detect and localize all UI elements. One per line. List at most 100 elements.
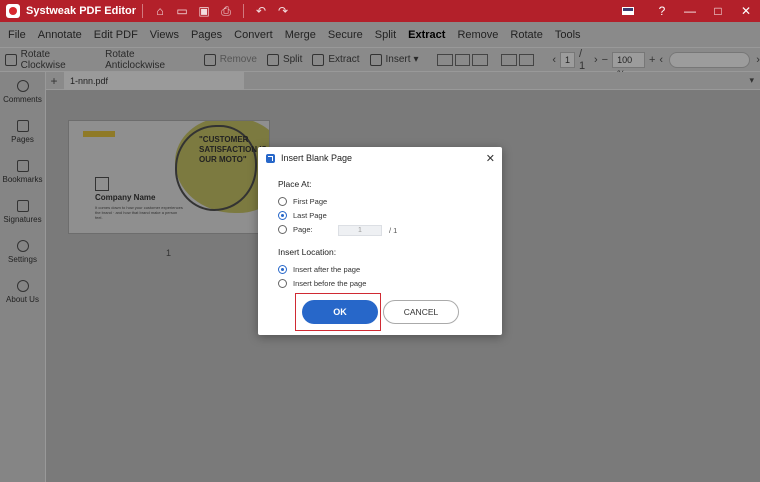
insert-location-label: Insert Location: <box>278 247 337 257</box>
dialog-title: Insert Blank Page <box>281 153 353 163</box>
split-button[interactable]: Split <box>262 53 307 66</box>
sidebar-item-comments[interactable]: Comments <box>0 72 45 112</box>
add-tab-button[interactable]: + <box>46 74 62 88</box>
app-logo-icon <box>6 4 20 18</box>
info-icon <box>16 280 29 292</box>
sidebar-item-label: Pages <box>11 135 34 144</box>
first-page-radio[interactable]: First Page <box>278 197 327 206</box>
menu-merge[interactable]: Merge <box>279 22 322 48</box>
extract-label: Extract <box>328 54 360 65</box>
page-radio[interactable]: Page: <box>278 225 313 234</box>
search-next-icon[interactable]: › <box>756 54 760 66</box>
menu-rotate[interactable]: Rotate <box>504 22 548 48</box>
menu-file[interactable]: File <box>2 22 32 48</box>
close-window-icon[interactable]: ✕ <box>732 4 760 18</box>
tab-list-dropdown-icon[interactable]: ▾ <box>749 75 754 86</box>
sidebar-item-label: About Us <box>6 295 39 304</box>
menu-pages[interactable]: Pages <box>185 22 228 48</box>
signature-icon <box>16 200 29 212</box>
toolbar: Rotate Clockwise Rotate Anticlockwise Re… <box>0 48 760 79</box>
tab-document[interactable]: 1-nnn.pdf <box>64 71 244 90</box>
menu-annotate[interactable]: Annotate <box>32 22 88 48</box>
cancel-button[interactable]: CANCEL <box>383 300 459 324</box>
sidebar-item-pages[interactable]: Pages <box>0 112 45 152</box>
last-page-label: Last Page <box>293 211 327 220</box>
menu-edit-pdf[interactable]: Edit PDF <box>88 22 144 48</box>
scroll-view-icon[interactable] <box>472 53 488 66</box>
insert-icon <box>369 53 382 66</box>
rotate-anticlockwise-button[interactable]: Rotate Anticlockwise <box>100 49 199 71</box>
close-icon[interactable]: ✕ <box>486 152 495 165</box>
print-icon[interactable]: ⎙ <box>215 4 237 19</box>
settings-icon <box>16 240 29 252</box>
zoom-in-icon[interactable]: + <box>649 54 655 66</box>
page-thumbnail[interactable]: "CUSTOMER SATISFACTION IS OUR MOTO" Comp… <box>68 120 270 234</box>
page-number-field[interactable]: 1 <box>338 225 382 236</box>
menu-split[interactable]: Split <box>369 22 402 48</box>
place-at-label: Place At: <box>278 179 312 189</box>
remove-button[interactable]: Remove <box>199 53 262 66</box>
rotate-clockwise-button[interactable]: Rotate Clockwise <box>0 49 100 71</box>
page-number-input[interactable]: 1 <box>560 51 576 68</box>
zoom-prev-icon[interactable]: ‹ <box>659 54 663 66</box>
zoom-out-icon[interactable]: − <box>602 54 608 66</box>
insert-before-radio-button[interactable] <box>278 279 287 288</box>
language-flag-icon[interactable] <box>622 7 634 15</box>
single-page-view-icon[interactable] <box>437 53 453 66</box>
last-page-radio-button[interactable] <box>278 211 287 220</box>
insert-after-label: Insert after the page <box>293 265 361 274</box>
title-bar-right: ? — □ ✕ <box>622 4 760 18</box>
ok-button[interactable]: OK <box>302 300 378 324</box>
fit-width-icon[interactable] <box>501 53 517 66</box>
insert-after-radio-button[interactable] <box>278 265 287 274</box>
first-page-radio-button[interactable] <box>278 197 287 206</box>
insert-button[interactable]: Insert ▾ <box>365 53 424 66</box>
sidebar-item-settings[interactable]: Settings <box>0 232 45 272</box>
insert-before-label: Insert before the page <box>293 279 367 288</box>
rotate-anticlockwise-label: Rotate Anticlockwise <box>105 48 166 71</box>
menu-remove[interactable]: Remove <box>451 22 504 48</box>
undo-icon[interactable]: ↶ <box>250 4 272 18</box>
sidebar-item-about-us[interactable]: About Us <box>0 272 45 312</box>
split-label: Split <box>282 54 303 65</box>
page-total-label: / 1 <box>389 226 398 235</box>
sidebar-item-label: Comments <box>3 95 42 104</box>
help-icon[interactable]: ? <box>648 4 676 18</box>
extract-button[interactable]: Extract <box>307 53 364 66</box>
next-page-icon[interactable]: › <box>594 54 598 66</box>
title-separator-2 <box>243 4 245 18</box>
thumbnail-label-bar <box>83 131 115 137</box>
sidebar-item-signatures[interactable]: Signatures <box>0 192 45 232</box>
menu-extract[interactable]: Extract <box>402 22 451 48</box>
cube-icon <box>95 177 109 191</box>
extract-icon <box>312 53 325 66</box>
menu-views[interactable]: Views <box>144 22 185 48</box>
minimize-icon[interactable]: — <box>676 4 704 18</box>
redo-icon[interactable]: ↷ <box>272 4 294 18</box>
menu-secure[interactable]: Secure <box>322 22 369 48</box>
open-folder-icon[interactable]: ▭ <box>171 4 193 18</box>
last-page-radio[interactable]: Last Page <box>278 211 327 220</box>
sidebar-item-bookmarks[interactable]: Bookmarks <box>0 152 45 192</box>
maximize-icon[interactable]: □ <box>704 4 732 18</box>
document-tab-strip: + 1-nnn.pdf ▾ <box>46 71 760 90</box>
thumbnail-page-number: 1 <box>166 248 172 258</box>
save-icon[interactable]: ▣ <box>193 4 215 18</box>
thumbnail-description: It comes down to how your customer exper… <box>95 205 183 220</box>
home-icon[interactable]: ⌂ <box>149 4 171 18</box>
search-input[interactable] <box>669 51 751 68</box>
rotate-clockwise-icon <box>5 53 17 66</box>
two-page-view-icon[interactable] <box>454 53 471 66</box>
pages-icon <box>16 120 29 132</box>
page-radio-button[interactable] <box>278 225 287 234</box>
sidebar-item-label: Signatures <box>3 215 42 224</box>
fit-page-icon[interactable] <box>518 53 535 66</box>
menu-convert[interactable]: Convert <box>228 22 279 48</box>
insert-before-radio[interactable]: Insert before the page <box>278 279 366 288</box>
insert-dropdown-icon: ▾ <box>413 54 419 65</box>
menu-tools[interactable]: Tools <box>549 22 587 48</box>
insert-after-radio[interactable]: Insert after the page <box>278 265 360 274</box>
zoom-level-input[interactable]: 100 % <box>612 51 645 79</box>
previous-page-icon[interactable]: ‹ <box>552 54 556 66</box>
insert-label: Insert <box>385 54 411 65</box>
